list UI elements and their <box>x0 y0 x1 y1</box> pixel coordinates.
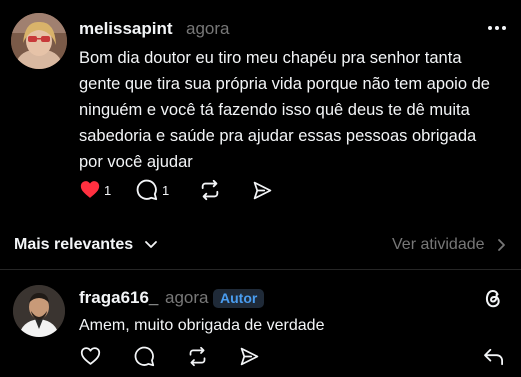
sort-label: Mais relevantes <box>14 236 134 253</box>
reply-share-button[interactable] <box>239 346 260 372</box>
heart-outline-icon <box>80 347 101 365</box>
divider <box>0 269 521 270</box>
reply-avatar[interactable] <box>13 285 65 337</box>
threads-logo-icon <box>482 286 504 315</box>
view-activity-link[interactable]: Ver atividade <box>392 236 507 254</box>
send-icon <box>240 347 259 366</box>
view-activity-label: Ver atividade <box>392 236 485 253</box>
sort-dropdown[interactable]: Mais relevantes <box>14 236 158 254</box>
more-options-icon[interactable] <box>487 18 507 43</box>
repost-icon <box>201 179 219 201</box>
like-button[interactable] <box>80 180 100 204</box>
post-text: Bom dia doutor eu tiro meu chapéu pra se… <box>79 49 490 171</box>
reply-timestamp: agora <box>165 288 209 307</box>
comment-icon <box>134 346 155 367</box>
post-username[interactable]: melissapint <box>79 19 173 39</box>
post-timestamp: agora <box>186 19 230 38</box>
repost-icon <box>189 346 206 367</box>
reply-like-button[interactable] <box>80 346 101 371</box>
reply-arrow-icon <box>484 348 503 366</box>
author-badge: Autor <box>213 289 265 308</box>
chevron-right-icon <box>498 238 505 251</box>
user-avatar[interactable] <box>11 13 67 69</box>
like-count: 1 <box>104 183 112 198</box>
reply-comment-button[interactable] <box>134 346 155 372</box>
comment-icon <box>136 179 158 201</box>
reply-username[interactable]: fraga616_ <box>79 288 158 308</box>
share-button[interactable] <box>252 180 273 206</box>
send-icon <box>253 181 272 200</box>
comment-button[interactable] <box>136 179 158 206</box>
reply-text: Amem, muito obrigada de verdade <box>79 317 325 334</box>
comment-count: 1 <box>162 183 170 198</box>
repost-button[interactable] <box>199 179 221 206</box>
heart-filled-icon <box>80 181 100 198</box>
reply-arrow-button[interactable] <box>483 348 505 371</box>
reply-repost-button[interactable] <box>187 346 208 372</box>
chevron-down-icon <box>144 240 157 248</box>
